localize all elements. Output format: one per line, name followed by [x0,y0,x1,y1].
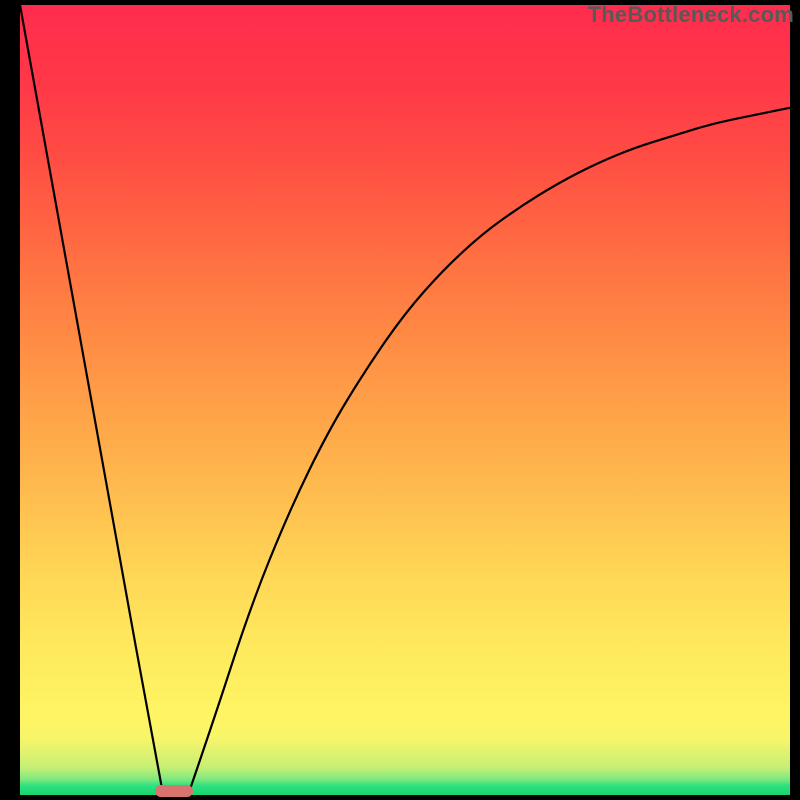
chart-curves [20,5,790,795]
minimum-marker [155,785,194,797]
watermark-text: TheBottleneck.com [588,2,794,28]
chart-frame [20,5,790,795]
curve-left-branch [20,5,162,791]
curve-right-branch [189,108,790,791]
